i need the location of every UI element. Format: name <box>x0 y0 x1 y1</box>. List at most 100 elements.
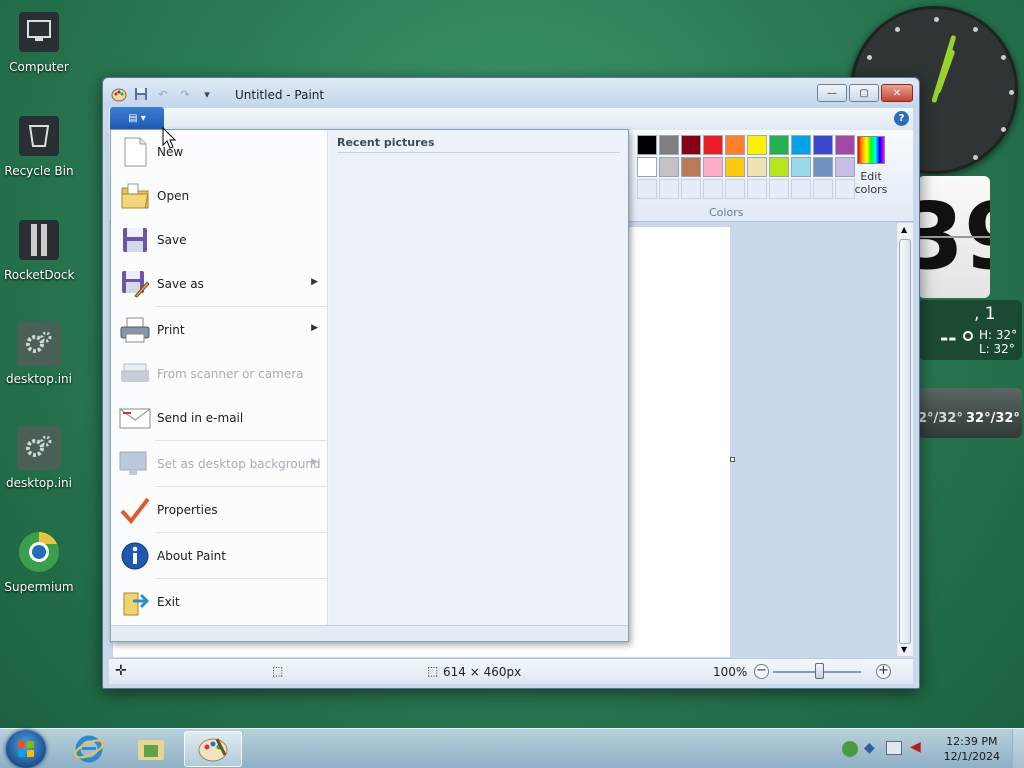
start-button[interactable] <box>6 730 46 768</box>
mouse-cursor-icon <box>162 127 176 149</box>
color-swatch[interactable] <box>791 135 811 155</box>
weather-gadget: , 1 -- H: 32° L: 32° <box>918 300 1022 360</box>
color-swatch[interactable] <box>659 157 679 177</box>
scrollbar-thumb[interactable] <box>899 239 911 644</box>
printer-icon <box>117 312 153 348</box>
desktop-icon-supermium[interactable]: Supermium <box>4 530 74 594</box>
flip-clock-digit: 39 <box>918 183 990 290</box>
menu-item-open[interactable]: Open <box>111 174 328 218</box>
desktop-icon-label: RocketDock <box>4 268 75 282</box>
taskbar-paint[interactable] <box>184 731 242 767</box>
image-size-text: 614 × 460px <box>443 665 522 679</box>
color-swatch[interactable] <box>637 157 657 177</box>
desktop-icon-computer[interactable]: Computer <box>4 10 74 74</box>
custom-color-swatch[interactable] <box>681 179 701 199</box>
show-desktop-button[interactable] <box>1012 729 1024 768</box>
checkmark-icon <box>117 492 153 528</box>
menu-item-send-in-e-mail[interactable]: Send in e-mail <box>111 396 328 440</box>
custom-color-swatch[interactable] <box>637 179 657 199</box>
selection-size-icon: ⬚ <box>272 664 284 678</box>
color-swatch[interactable] <box>791 157 811 177</box>
custom-color-swatch[interactable] <box>747 179 767 199</box>
color-swatch[interactable] <box>725 157 745 177</box>
redo-icon[interactable]: ↷ <box>177 86 193 102</box>
color-swatch[interactable] <box>637 135 657 155</box>
close-button[interactable]: ✕ <box>881 84 913 102</box>
action-center-icon[interactable] <box>842 741 858 757</box>
color-swatch[interactable] <box>835 135 855 155</box>
zoom-slider-knob[interactable] <box>815 663 824 679</box>
edit-colors-button[interactable]: Edit colors <box>853 136 889 196</box>
desktop-icon-desktop-ini-2[interactable]: desktop.ini <box>4 426 74 490</box>
color-swatch[interactable] <box>659 135 679 155</box>
desktop-icon-rocketdock[interactable]: RocketDock <box>4 218 74 282</box>
custom-color-swatch[interactable] <box>769 179 789 199</box>
taskbar: ◆ ◀ 12:39 PM 12/1/2024 <box>0 728 1024 768</box>
color-swatch[interactable] <box>813 135 833 155</box>
clock-time: 12:39 PM <box>946 735 998 748</box>
display-icon[interactable] <box>886 741 902 755</box>
taskbar-internet-explorer[interactable] <box>60 731 118 767</box>
system-tray: ◆ ◀ 12:39 PM 12/1/2024 <box>834 729 1024 768</box>
submenu-arrow-icon: ▶ <box>311 457 318 467</box>
network-icon[interactable]: ◆ <box>864 740 875 756</box>
menu-item-label: About Paint <box>157 549 226 563</box>
maximize-button[interactable]: ▢ <box>849 84 879 102</box>
menu-item-save[interactable]: Save <box>111 218 328 262</box>
undo-icon[interactable]: ↶ <box>155 86 171 102</box>
taskbar-clock[interactable]: 12:39 PM 12/1/2024 <box>944 734 1000 764</box>
zoom-out-button[interactable]: − <box>754 664 769 679</box>
save-icon[interactable] <box>133 86 149 102</box>
desktop-icon-recycle-bin[interactable]: Recycle Bin <box>4 114 74 178</box>
color-swatch[interactable] <box>681 157 701 177</box>
volume-muted-icon[interactable]: ◀ <box>910 739 921 755</box>
menu-item-save-as[interactable]: Save as ▶ <box>111 262 328 306</box>
customize-toolbar-icon[interactable]: ▾ <box>199 86 215 102</box>
vertical-scrollbar[interactable]: ▲ ▼ <box>896 223 913 656</box>
menu-item-label: Print <box>157 323 185 337</box>
menu-item-new[interactable]: New <box>111 130 328 174</box>
custom-color-swatch[interactable] <box>791 179 811 199</box>
weather-high: H: 32° <box>979 328 1018 342</box>
taskbar-explorer[interactable] <box>122 731 180 767</box>
menu-item-label: Properties <box>157 503 218 517</box>
help-icon[interactable]: ? <box>894 111 909 126</box>
custom-color-swatch[interactable] <box>659 179 679 199</box>
colors-group-label: Colors <box>709 206 744 219</box>
menu-item-about-paint[interactable]: About Paint <box>111 534 328 578</box>
menu-item-properties[interactable]: Properties <box>111 488 328 532</box>
zoom-in-button[interactable]: + <box>876 664 891 679</box>
color-swatch[interactable] <box>813 157 833 177</box>
color-swatch[interactable] <box>681 135 701 155</box>
minimize-button[interactable]: — <box>817 84 847 102</box>
color-swatch[interactable] <box>835 157 855 177</box>
window-title: Untitled - Paint <box>235 88 325 102</box>
color-swatch[interactable] <box>747 135 767 155</box>
canvas-resize-handle[interactable] <box>730 457 735 462</box>
color-swatch[interactable] <box>725 135 745 155</box>
color-swatch[interactable] <box>747 157 767 177</box>
menu-separator <box>155 440 328 441</box>
custom-color-swatch[interactable] <box>725 179 745 199</box>
color-swatch[interactable] <box>703 135 723 155</box>
menu-item-exit[interactable]: Exit <box>111 580 328 624</box>
zoom-level-text: 100% <box>713 665 748 679</box>
menu-footer <box>111 625 628 641</box>
paint-menu-glyph: ▤ ▾ <box>128 112 146 124</box>
forecast-right: 32°/32° <box>966 411 1020 426</box>
custom-color-swatch[interactable] <box>835 179 855 199</box>
custom-color-swatch[interactable] <box>813 179 833 199</box>
settings-file-icon <box>17 322 61 366</box>
color-swatch[interactable] <box>769 135 789 155</box>
custom-color-swatch[interactable] <box>703 179 723 199</box>
desktop-icon-desktop-ini[interactable]: desktop.ini <box>4 322 74 386</box>
scroll-down-arrow[interactable]: ▼ <box>901 645 907 654</box>
menu-commands: New Open Save Save as ▶ Print ▶ From scanner or… <box>111 130 328 625</box>
color-swatch[interactable] <box>769 157 789 177</box>
color-swatch[interactable] <box>703 157 723 177</box>
internet-explorer-icon <box>74 735 104 763</box>
paint-menu-button[interactable]: ▤ ▾ <box>110 107 164 129</box>
scroll-up-arrow[interactable]: ▲ <box>901 225 907 234</box>
windows-logo-icon <box>18 741 34 757</box>
menu-item-print[interactable]: Print ▶ <box>111 308 328 352</box>
